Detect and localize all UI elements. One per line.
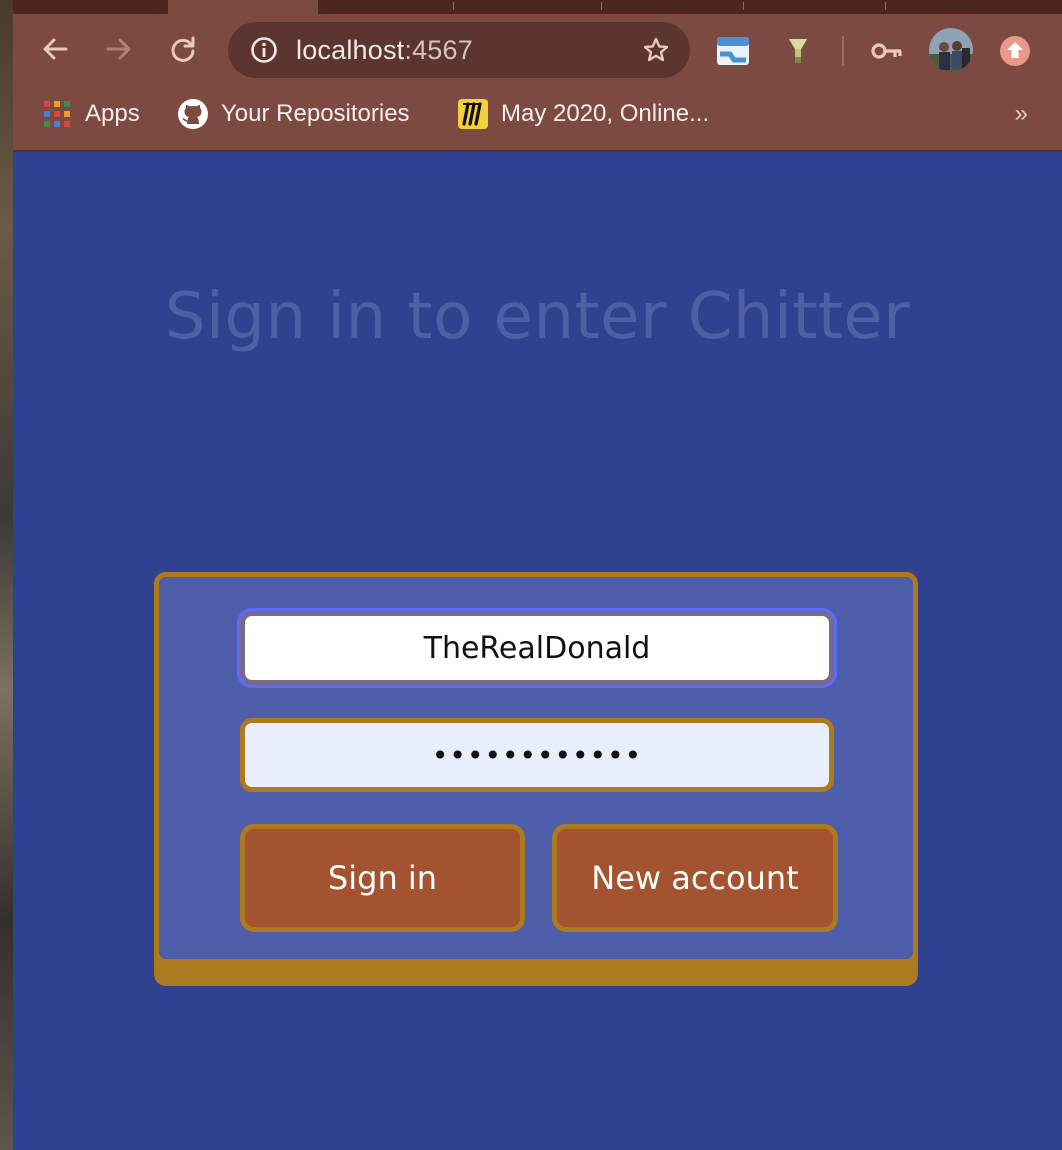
apps-grid-icon xyxy=(41,98,73,130)
desktop-background-strip xyxy=(0,0,13,1150)
signin-card: TheRealDonald •••••••••••• Sign in New a… xyxy=(154,572,918,964)
window-extension-icon xyxy=(717,37,749,65)
tab-separator xyxy=(601,2,602,10)
passwords-button[interactable] xyxy=(870,34,904,68)
profile-button[interactable] xyxy=(929,28,973,72)
reload-icon xyxy=(171,36,195,62)
update-button[interactable] xyxy=(998,34,1032,68)
bookmark-label: May 2020, Online... xyxy=(501,100,710,127)
bookmark-apps[interactable]: Apps xyxy=(41,98,140,130)
bookmark-label: Your Repositories xyxy=(221,100,410,127)
bookmark-may-2020-online[interactable]: May 2020, Online... xyxy=(457,98,709,130)
sign-in-button[interactable]: Sign in xyxy=(240,824,525,932)
address-bar[interactable]: localhost:4567 xyxy=(228,22,690,78)
back-arrow-icon xyxy=(43,38,68,60)
update-arrow-icon xyxy=(1000,36,1030,66)
username-input[interactable]: TheRealDonald xyxy=(240,611,834,685)
avatar xyxy=(929,28,973,72)
browser-toolbar: localhost:4567 xyxy=(13,14,1062,86)
page-title: Sign in to enter Chitter xyxy=(164,280,911,354)
extension-window-button[interactable] xyxy=(716,34,750,68)
bookmarks-overflow-button[interactable]: » xyxy=(1015,100,1028,128)
password-input[interactable]: •••••••••••• xyxy=(240,718,834,792)
bookmark-label: Apps xyxy=(85,100,140,127)
site-info-icon[interactable] xyxy=(250,36,278,64)
tab-separator xyxy=(885,2,886,10)
url-host: localhost xyxy=(296,35,405,65)
url-port: :4567 xyxy=(404,35,473,65)
tab-separator xyxy=(453,2,454,10)
tab-strip xyxy=(13,0,1062,14)
github-icon xyxy=(177,98,209,130)
extension-ninja-button[interactable] xyxy=(781,34,815,68)
gem-extension-icon xyxy=(789,39,807,63)
active-tab[interactable] xyxy=(156,0,330,14)
url-text[interactable]: localhost:4567 xyxy=(296,36,473,64)
browser-chrome: localhost:4567 Apps Your Repositories Ma… xyxy=(13,0,1062,152)
bookmarks-bar: Apps Your Repositories May 2020, Online.… xyxy=(13,86,1062,142)
bookmark-your-repositories[interactable]: Your Repositories xyxy=(177,98,410,130)
page-content: Sign in to enter Chitter TheRealDonald •… xyxy=(13,152,1062,1150)
key-icon xyxy=(871,43,902,59)
new-account-button[interactable]: New account xyxy=(552,824,838,932)
reload-button[interactable] xyxy=(168,34,198,64)
bookmark-star-icon[interactable] xyxy=(642,36,670,64)
forward-button[interactable] xyxy=(104,34,134,64)
miro-icon xyxy=(457,98,489,130)
tab-separator xyxy=(743,2,744,10)
forward-arrow-icon xyxy=(106,38,131,60)
back-button[interactable] xyxy=(40,34,70,64)
toolbar-divider xyxy=(842,36,844,66)
